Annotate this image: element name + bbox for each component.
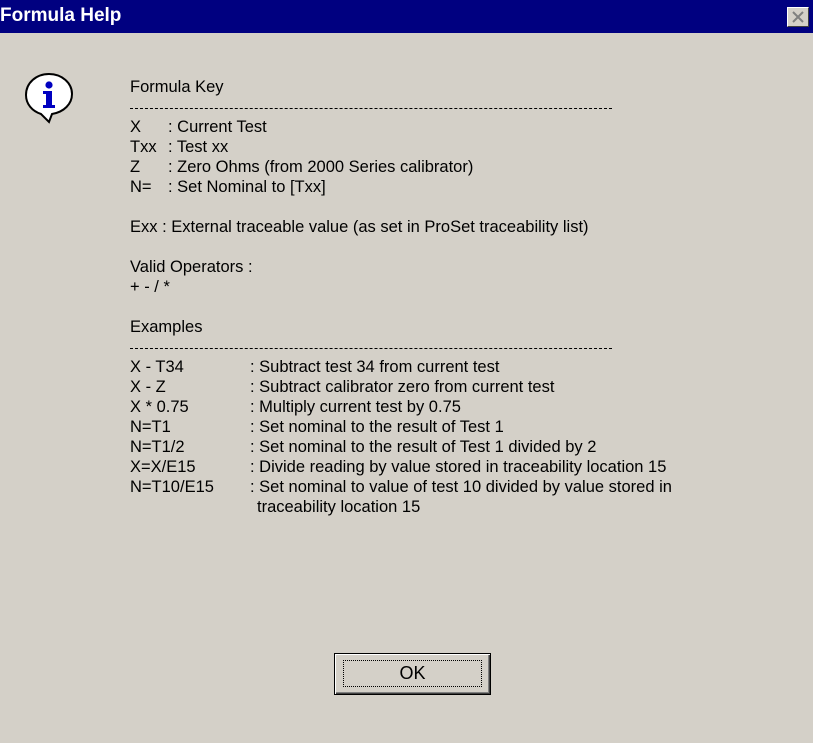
example-description: : Multiply current test by 0.75 bbox=[250, 398, 461, 416]
example-description: : Set nominal to the result of Test 1 di… bbox=[250, 438, 597, 456]
key-description: : Current Test bbox=[168, 118, 267, 136]
example-code: N=T10/E15 bbox=[130, 478, 214, 496]
example-description: : Set nominal to value of test 10 divide… bbox=[250, 478, 672, 496]
example-code: X=X/E15 bbox=[130, 458, 196, 476]
example-row: N=T1 : Set nominal to the result of Test … bbox=[130, 417, 810, 437]
ok-button-label: OK bbox=[343, 660, 482, 687]
ok-button[interactable]: OK bbox=[334, 653, 491, 695]
separator-line bbox=[130, 97, 810, 117]
key-description: : Set Nominal to [Txx] bbox=[168, 178, 326, 196]
title-bar[interactable]: Formula Help bbox=[0, 0, 813, 33]
separator-line bbox=[130, 337, 810, 357]
example-description: : Subtract test 34 from current test bbox=[250, 358, 500, 376]
key-code: N= bbox=[130, 178, 152, 196]
key-code: Z bbox=[130, 158, 141, 176]
example-description: : Set nominal to the result of Test 1 bbox=[250, 418, 504, 436]
example-row: X - T34 : Subtract test 34 from current t… bbox=[130, 357, 810, 377]
example-code: X - T34 bbox=[130, 358, 184, 376]
key-row: Z : Zero Ohms (from 2000 Series calibrato… bbox=[130, 157, 810, 177]
example-row: N=T10/E15 : Set nominal to value of test … bbox=[130, 477, 810, 497]
key-row: Txx : Test xx bbox=[130, 137, 810, 157]
example-row: X - Z : Subtract calibrator zero from cur… bbox=[130, 377, 810, 397]
key-row: X : Current Test bbox=[130, 117, 810, 137]
key-description: : Test xx bbox=[168, 138, 229, 156]
key-description: : Zero Ohms (from 2000 Series calibrator… bbox=[168, 158, 474, 176]
key-code: X bbox=[130, 118, 142, 136]
valid-operators-list: + - / * bbox=[130, 278, 170, 296]
example-row: X=X/E15 : Divide reading by value stored … bbox=[130, 457, 810, 477]
info-icon bbox=[22, 70, 76, 124]
example-code: N=T1/2 bbox=[130, 438, 185, 456]
example-row: N=T1/2 : Set nominal to the result of Tes… bbox=[130, 437, 810, 457]
example-description: : Divide reading by value stored in trac… bbox=[250, 458, 667, 476]
formula-help-dialog: Formula Help Formula Key X : Current Test… bbox=[0, 0, 813, 743]
close-button[interactable] bbox=[787, 7, 809, 27]
key-row: N= : Set Nominal to [Txx] bbox=[130, 177, 810, 197]
key-code: Txx bbox=[130, 138, 157, 156]
example-continuation: traceability location 15 bbox=[257, 498, 421, 516]
window-title: Formula Help bbox=[0, 5, 122, 26]
help-content: Formula Key X : Current Test Txx : Test xx… bbox=[130, 77, 810, 517]
example-row: X * 0.75 : Multiply current test by 0.75 bbox=[130, 397, 810, 417]
external-value-note: Exx : External traceable value (as set i… bbox=[130, 218, 589, 236]
example-code: X - Z bbox=[130, 378, 166, 396]
valid-operators-heading: Valid Operators : bbox=[130, 258, 253, 276]
example-code: N=T1 bbox=[130, 418, 171, 436]
examples-heading: Examples bbox=[130, 318, 203, 336]
example-description: : Subtract calibrator zero from current … bbox=[250, 378, 555, 396]
formula-key-heading: Formula Key bbox=[130, 78, 224, 96]
example-code: X * 0.75 bbox=[130, 398, 189, 416]
